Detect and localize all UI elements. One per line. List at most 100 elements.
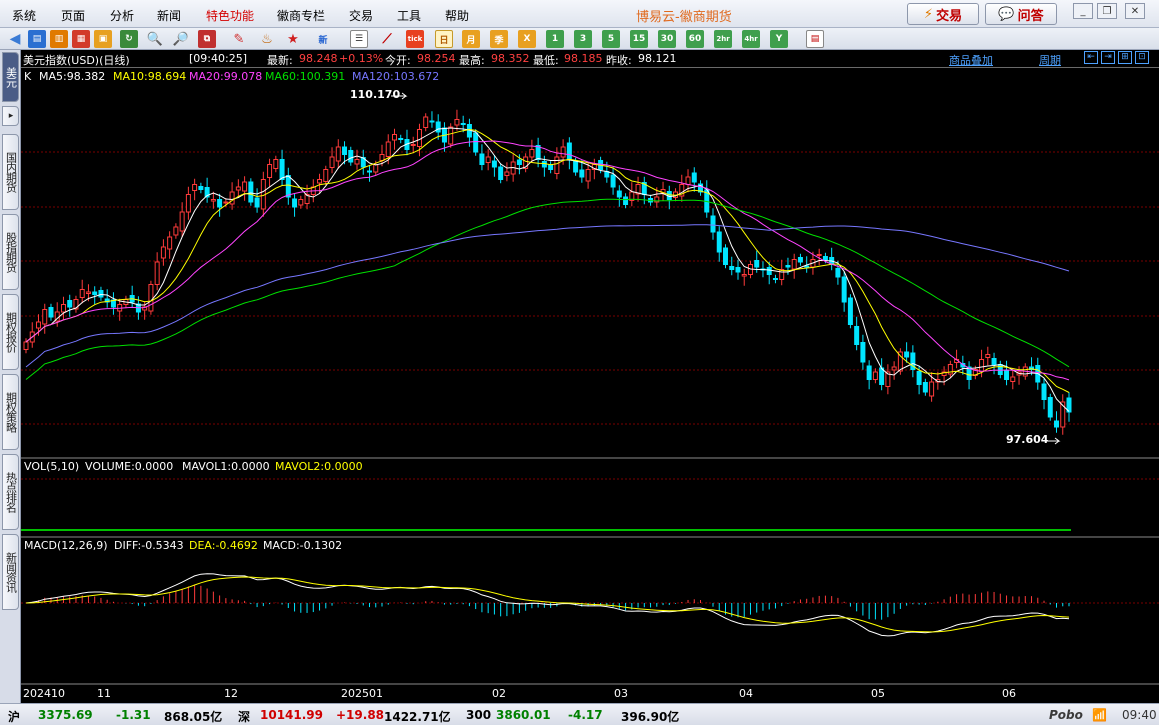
quote-icon[interactable]: ▤ (28, 30, 46, 48)
candle-body (79, 289, 85, 298)
menu-item-trade[interactable]: 交易 (349, 7, 373, 24)
candle-body (516, 159, 522, 165)
bar-icon[interactable]: ▦ (72, 30, 90, 48)
sz-label: 深 (238, 710, 251, 724)
chat-bubble-icon: 💬 (998, 6, 1015, 22)
candle-body (185, 194, 191, 213)
candle-body (35, 321, 41, 329)
zoom-icon[interactable]: ⊞ (1118, 51, 1132, 64)
candle-body (554, 156, 560, 174)
diff-value: DIFF:-0.5343 (114, 539, 184, 552)
candle-body (491, 160, 497, 168)
period-15min-button[interactable]: 15 (630, 30, 648, 48)
candle-body (548, 164, 554, 170)
instrument-name: 美元指数(USD)(日线) (23, 54, 130, 67)
ask-button-label: 问答 (1017, 8, 1044, 24)
candle-body (323, 169, 329, 182)
chart-icon[interactable]: ▥ (50, 30, 68, 48)
x-tick: 12 (224, 687, 238, 700)
candle-body (429, 120, 435, 123)
candle-body (560, 146, 566, 158)
menu-item-analysis[interactable]: 分析 (110, 7, 134, 24)
candle-body (292, 198, 298, 208)
candle-body (279, 159, 285, 180)
close-icon[interactable]: ✕ (1125, 3, 1145, 19)
hot-icon[interactable]: ★ (284, 30, 302, 48)
candle-body (285, 175, 291, 198)
period-day-button[interactable]: 日 (435, 30, 453, 48)
period-quarter-button[interactable]: 季 (490, 30, 508, 48)
trend-icon[interactable]: ⟋ (378, 30, 396, 48)
candle-body (448, 126, 454, 145)
period-5min-button[interactable]: 5 (602, 30, 620, 48)
candle-body (354, 159, 360, 165)
period-4hr-button[interactable]: 4hr (742, 30, 760, 48)
screen-icon[interactable]: ▤ (806, 30, 824, 48)
period-year-button[interactable]: Y (770, 30, 788, 48)
restore-icon[interactable]: ❐ (1097, 3, 1117, 19)
zoom-in-icon[interactable]: 🔍 (146, 30, 164, 48)
x-tick: 02 (492, 687, 506, 700)
menu-item-tools[interactable]: 工具 (397, 7, 421, 24)
pen-icon[interactable]: ✎ (230, 30, 248, 48)
window-icon[interactable]: ⧉ (198, 30, 216, 48)
menu-item-features[interactable]: 特色功能 (206, 7, 254, 24)
tab-option-quotes[interactable]: 期权报价 (2, 294, 19, 370)
clock: 09:40 (1122, 708, 1157, 722)
candle-body (98, 290, 104, 298)
menu-item-page[interactable]: 页面 (61, 7, 85, 24)
period-60min-button[interactable]: 60 (686, 30, 704, 48)
candle-body (860, 342, 866, 363)
trade-button[interactable]: ⚡ 交易 (907, 3, 979, 25)
tick-icon[interactable]: tick (406, 30, 424, 48)
candle-body (866, 365, 872, 380)
tab-domestic-futures[interactable]: 国内期货 (2, 134, 19, 210)
scroll-left-icon[interactable]: ⇤ (1084, 51, 1098, 64)
high-price: 98.352 (491, 52, 530, 65)
scroll-right-icon[interactable]: ⇥ (1101, 51, 1115, 64)
menu-item-system[interactable]: 系统 (12, 7, 36, 24)
tab-index-futures[interactable]: 股指期货 (2, 214, 19, 290)
candle-body (223, 201, 229, 204)
refresh-icon[interactable]: ↻ (120, 30, 138, 48)
tab-arrow-icon[interactable]: ▸ (2, 106, 19, 126)
candle-body (816, 254, 822, 256)
tab-hot-rank[interactable]: 热点排名 (2, 454, 19, 530)
candle-body (879, 367, 885, 385)
box-icon[interactable]: ▣ (94, 30, 112, 48)
ask-button[interactable]: 💬 问答 (985, 3, 1057, 25)
tab-usd[interactable]: 美元 (2, 52, 19, 102)
menu-item-news[interactable]: 新闻 (157, 7, 181, 24)
chart-area: 美元指数(USD)(日线) [09:40:25] 最新: 98.248 +0.1… (21, 50, 1159, 703)
sz-index: 10141.99 (260, 708, 324, 722)
candle-body (529, 149, 535, 158)
candle-body (92, 291, 98, 295)
diff-line (25, 573, 1070, 637)
period-3min-button[interactable]: 3 (574, 30, 592, 48)
new-icon[interactable]: 新 (314, 30, 332, 48)
chart-header: 美元指数(USD)(日线) [09:40:25] 最新: 98.248 +0.1… (21, 50, 1159, 67)
period-1min-button[interactable]: 1 (546, 30, 564, 48)
period-2hr-button[interactable]: 2hr (714, 30, 732, 48)
candle-body (248, 181, 254, 203)
list-icon[interactable]: ☰ (350, 30, 368, 48)
zoom-out-icon[interactable]: 🔎 (172, 30, 190, 48)
bell-icon[interactable]: ♨ (258, 30, 276, 48)
period-30min-button[interactable]: 30 (658, 30, 676, 48)
menu-item-help[interactable]: 帮助 (445, 7, 469, 24)
latest-price: 98.248 (299, 52, 338, 65)
period-x-button[interactable]: X (518, 30, 536, 48)
menu-item-column[interactable]: 徽商专栏 (277, 7, 325, 24)
fullscreen-icon[interactable]: ⊡ (1135, 51, 1149, 64)
tab-news[interactable]: 新闻资讯 (2, 534, 19, 610)
candle-body (298, 199, 304, 206)
kline-chart[interactable] (21, 67, 1159, 703)
high-marker: 110.170 (350, 88, 401, 101)
period-month-button[interactable]: 月 (462, 30, 480, 48)
tab-option-strategy[interactable]: 期权策略 (2, 374, 19, 450)
overlay-link[interactable]: 商品叠加 (949, 52, 993, 68)
candle-body (273, 159, 279, 169)
period-link[interactable]: 周期 (1039, 52, 1061, 68)
back-arrow-icon[interactable]: ◀ (6, 30, 24, 48)
minimize-icon[interactable]: _ (1073, 3, 1093, 19)
